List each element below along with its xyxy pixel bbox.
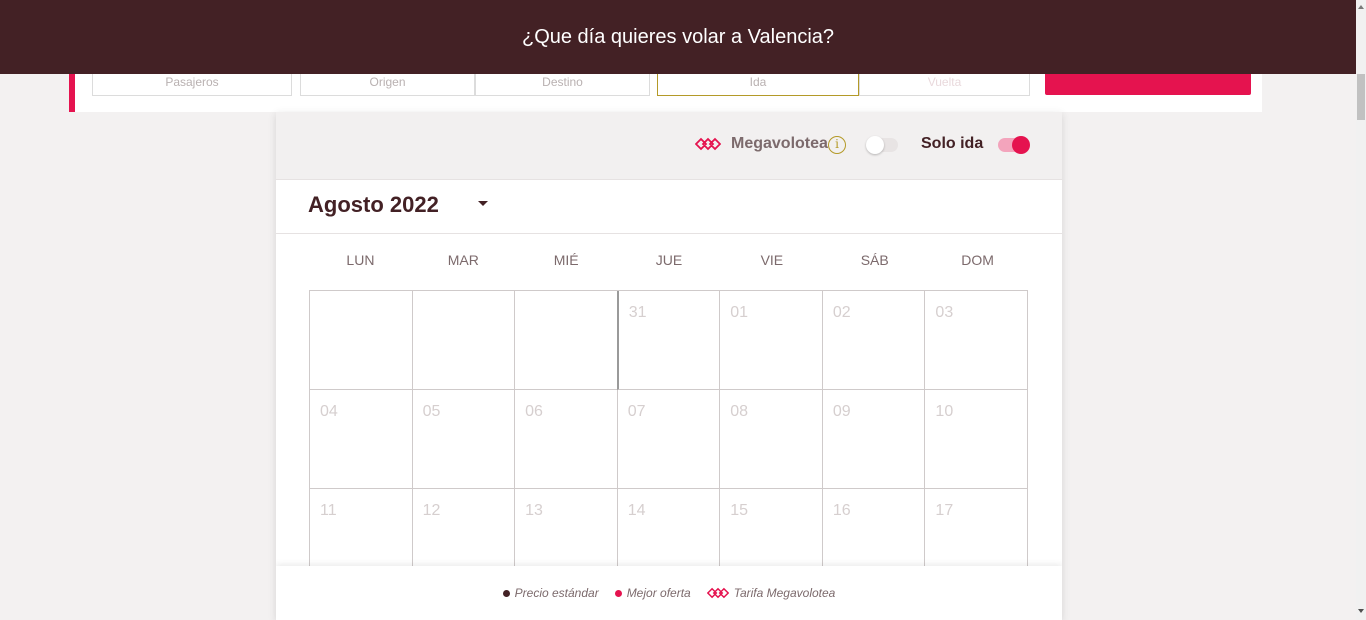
weekday-label: DOM [961, 252, 994, 268]
legend-standard: Precio estándar [502, 586, 599, 600]
scrollbar[interactable] [1356, 0, 1366, 620]
scroll-down-arrow-icon[interactable] [1356, 606, 1366, 616]
megavolotea-logo-icon [695, 137, 721, 151]
toggle-knob [866, 136, 884, 154]
origin-label: Origen [369, 75, 406, 89]
departure-label: Ida [749, 75, 767, 89]
dot-icon [502, 589, 510, 597]
one-way-label: Solo ida [921, 135, 984, 152]
month-selector[interactable]: Agosto 2022 [276, 180, 1062, 234]
calendar-day: 31 [616, 291, 721, 390]
megavolotea-logo-icon [706, 587, 729, 599]
one-way-toggle[interactable] [998, 136, 1030, 154]
megavolotea-label: Megavolotea [731, 135, 828, 152]
scrollbar-thumb[interactable] [1357, 74, 1365, 120]
calendar-day-empty [515, 291, 618, 390]
calendar-day-empty [310, 291, 413, 390]
calendar-day: 04 [310, 390, 413, 489]
legend-standard-label: Precio estándar [514, 586, 599, 600]
legend-best-label: Mejor oferta [626, 586, 691, 600]
calendar-day: 01 [720, 291, 823, 390]
calendar-day: 08 [720, 390, 823, 489]
weekday-label: SÁB [860, 252, 889, 268]
legend-mega-label: Tarifa Megavolotea [733, 586, 836, 600]
chevron-down-icon[interactable] [478, 201, 488, 206]
month-title: Agosto 2022 [308, 192, 439, 217]
weekday-label: MIÉ [553, 252, 579, 268]
calendar-day: 03 [925, 291, 1028, 390]
calendar-day: 05 [412, 390, 516, 489]
calendar-day: 10 [925, 390, 1028, 489]
weekday-label: LUN [346, 252, 375, 268]
passengers-label: Pasajeros [165, 75, 219, 89]
date-picker-options: Megavolotea i Solo ida [276, 112, 1062, 180]
price-legend: Precio estándar Mejor oferta Tarifa Mega… [276, 566, 1062, 620]
megavolotea-toggle[interactable] [866, 136, 898, 154]
scroll-up-arrow-icon[interactable] [1356, 2, 1366, 12]
calendar-day: 02 [822, 291, 926, 390]
calendar-day: 07 [617, 390, 721, 489]
calendar-day: 06 [515, 390, 618, 489]
destination-label: Destino [542, 75, 583, 89]
toggle-knob [1012, 136, 1030, 154]
calendar-grid: 31 01 02 03 04 05 06 07 08 09 10 11 12 1… [309, 290, 1028, 588]
dot-icon [614, 589, 622, 597]
weekday-label: JUE [655, 252, 683, 268]
weekday-label: MAR [447, 252, 479, 268]
return-label: Vuelta [927, 75, 962, 89]
calendar-day-empty [412, 291, 516, 390]
info-icon[interactable]: i [828, 136, 846, 154]
legend-best: Mejor oferta [614, 586, 691, 600]
weekday-header: LUN MAR MIÉ JUE VIE SÁB DOM [309, 252, 1029, 272]
page-title-banner: ¿Que día quieres volar a Valencia? [0, 0, 1356, 74]
weekday-label: VIE [760, 252, 784, 268]
page-title: ¿Que día quieres volar a Valencia? [521, 25, 835, 48]
date-picker: Megavolotea i Solo ida Agosto 2022 LUN M… [276, 112, 1062, 620]
legend-mega: Tarifa Megavolotea [706, 586, 836, 600]
calendar-day: 09 [822, 390, 926, 489]
